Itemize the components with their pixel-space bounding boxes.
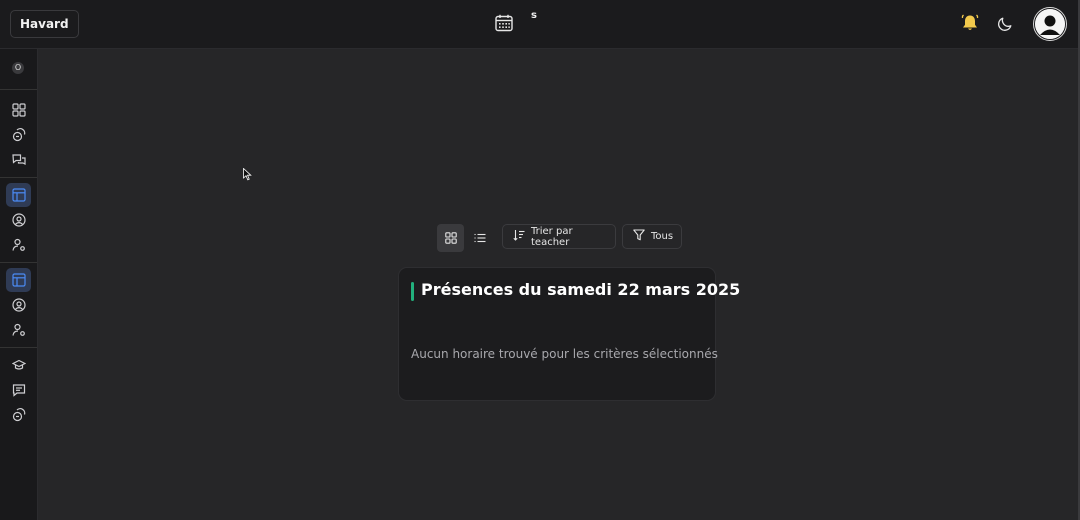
sort-button[interactable]: Trier par teacher bbox=[502, 224, 616, 249]
layout-icon[interactable] bbox=[6, 268, 31, 292]
sidebar-top-badge[interactable]: O bbox=[12, 62, 24, 74]
sort-icon bbox=[513, 229, 525, 244]
sidebar-divider bbox=[0, 347, 37, 348]
grid-view-icon[interactable] bbox=[437, 224, 464, 252]
view-toggle bbox=[437, 224, 494, 252]
empty-state-message: Aucun horaire trouvé pour les critères s… bbox=[411, 347, 718, 361]
user-settings-icon[interactable] bbox=[6, 318, 31, 342]
messages-icon[interactable] bbox=[6, 148, 31, 172]
mouse-cursor-icon bbox=[243, 166, 252, 181]
card-title: Présences du samedi 22 mars 2025 bbox=[421, 280, 741, 299]
attendance-card: Présences du samedi 22 mars 2025 Aucun h… bbox=[398, 267, 740, 401]
layout-icon[interactable] bbox=[6, 183, 31, 207]
sidebar-divider bbox=[0, 262, 37, 263]
brand-button[interactable]: Havard bbox=[10, 10, 79, 38]
sidebar: O bbox=[0, 49, 38, 520]
sidebar-divider bbox=[0, 177, 37, 178]
filter-icon bbox=[633, 229, 645, 244]
calendar-icon[interactable] bbox=[494, 13, 514, 33]
graduation-cap-icon[interactable] bbox=[6, 353, 31, 377]
user-avatar[interactable] bbox=[1033, 7, 1067, 41]
filter-button[interactable]: Tous bbox=[622, 224, 682, 249]
user-settings-icon[interactable] bbox=[6, 233, 31, 257]
bell-icon[interactable] bbox=[960, 13, 980, 33]
list-view-icon[interactable] bbox=[466, 224, 493, 252]
sidebar-divider bbox=[0, 89, 37, 90]
user-circle-icon[interactable] bbox=[6, 208, 31, 232]
header-letter: s bbox=[531, 10, 537, 21]
card-accent-bar bbox=[411, 282, 414, 301]
finance-icon[interactable] bbox=[6, 123, 31, 147]
user-avatar-icon bbox=[1035, 9, 1065, 39]
dashboard-icon[interactable] bbox=[6, 98, 31, 122]
moon-icon[interactable] bbox=[997, 15, 1014, 32]
filter-label: Tous bbox=[651, 231, 674, 242]
sort-label: Trier par teacher bbox=[531, 225, 573, 248]
chat-icon[interactable] bbox=[6, 378, 31, 402]
user-circle-icon[interactable] bbox=[6, 293, 31, 317]
finance-icon[interactable] bbox=[6, 403, 31, 427]
top-bar: Havard s bbox=[0, 0, 1078, 49]
